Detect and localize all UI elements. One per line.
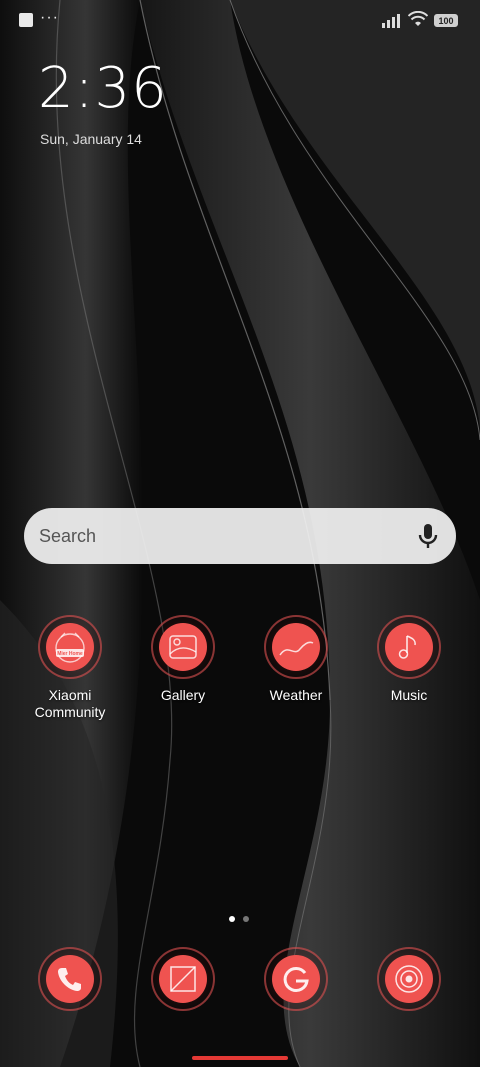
- gallery-icon: [159, 623, 207, 671]
- app-icon-frame: Mier Home: [38, 615, 102, 679]
- phone-icon: [46, 955, 94, 1003]
- app-icon-frame: [264, 947, 328, 1011]
- mi-bunny-icon: Mier Home: [46, 623, 94, 671]
- dock-camera[interactable]: [353, 947, 465, 1011]
- battery-icon: 100: [434, 14, 458, 27]
- dock-phone[interactable]: [14, 947, 126, 1011]
- app-label: Weather: [269, 687, 323, 703]
- page-indicator[interactable]: [229, 909, 257, 927]
- clock-time[interactable]: 2:36: [38, 56, 168, 121]
- page-dot[interactable]: [243, 916, 249, 922]
- gesture-nav-bar[interactable]: [192, 1056, 288, 1060]
- more-notifications-icon: ···: [40, 9, 59, 26]
- page-dot-active[interactable]: [229, 916, 235, 922]
- app-icon-frame: [151, 947, 215, 1011]
- dock-messages[interactable]: [127, 947, 239, 1011]
- weather-icon: [272, 623, 320, 671]
- app-label: Xiaomi Community: [34, 687, 106, 720]
- app-label: Gallery: [160, 687, 206, 703]
- camera-icon: [385, 955, 433, 1003]
- music-icon: [385, 623, 433, 671]
- app-icon-frame: [38, 947, 102, 1011]
- wifi-icon: [408, 11, 428, 26]
- app-icon-frame: [377, 615, 441, 679]
- app-music[interactable]: Music: [353, 615, 465, 704]
- status-bar: ··· 100: [0, 0, 480, 40]
- app-weather[interactable]: Weather: [240, 615, 352, 704]
- search-bar[interactable]: Search: [24, 508, 456, 564]
- microphone-icon[interactable]: [418, 522, 438, 550]
- signal-icon: [382, 14, 400, 28]
- mi-badge-text: Mier Home: [57, 651, 83, 657]
- google-icon: [272, 955, 320, 1003]
- search-placeholder: Search: [39, 526, 97, 546]
- messages-icon: [159, 955, 207, 1003]
- app-icon-frame: [264, 615, 328, 679]
- dock-google[interactable]: [240, 947, 352, 1011]
- app-icon-frame: [151, 615, 215, 679]
- notification-square-icon: [19, 13, 33, 27]
- app-gallery[interactable]: Gallery: [127, 615, 239, 704]
- app-label: Music: [390, 687, 428, 703]
- clock-date[interactable]: Sun, January 14: [40, 131, 142, 147]
- app-icon-frame: [377, 947, 441, 1011]
- app-xiaomi-community[interactable]: Mier Home Xiaomi Community: [14, 615, 126, 721]
